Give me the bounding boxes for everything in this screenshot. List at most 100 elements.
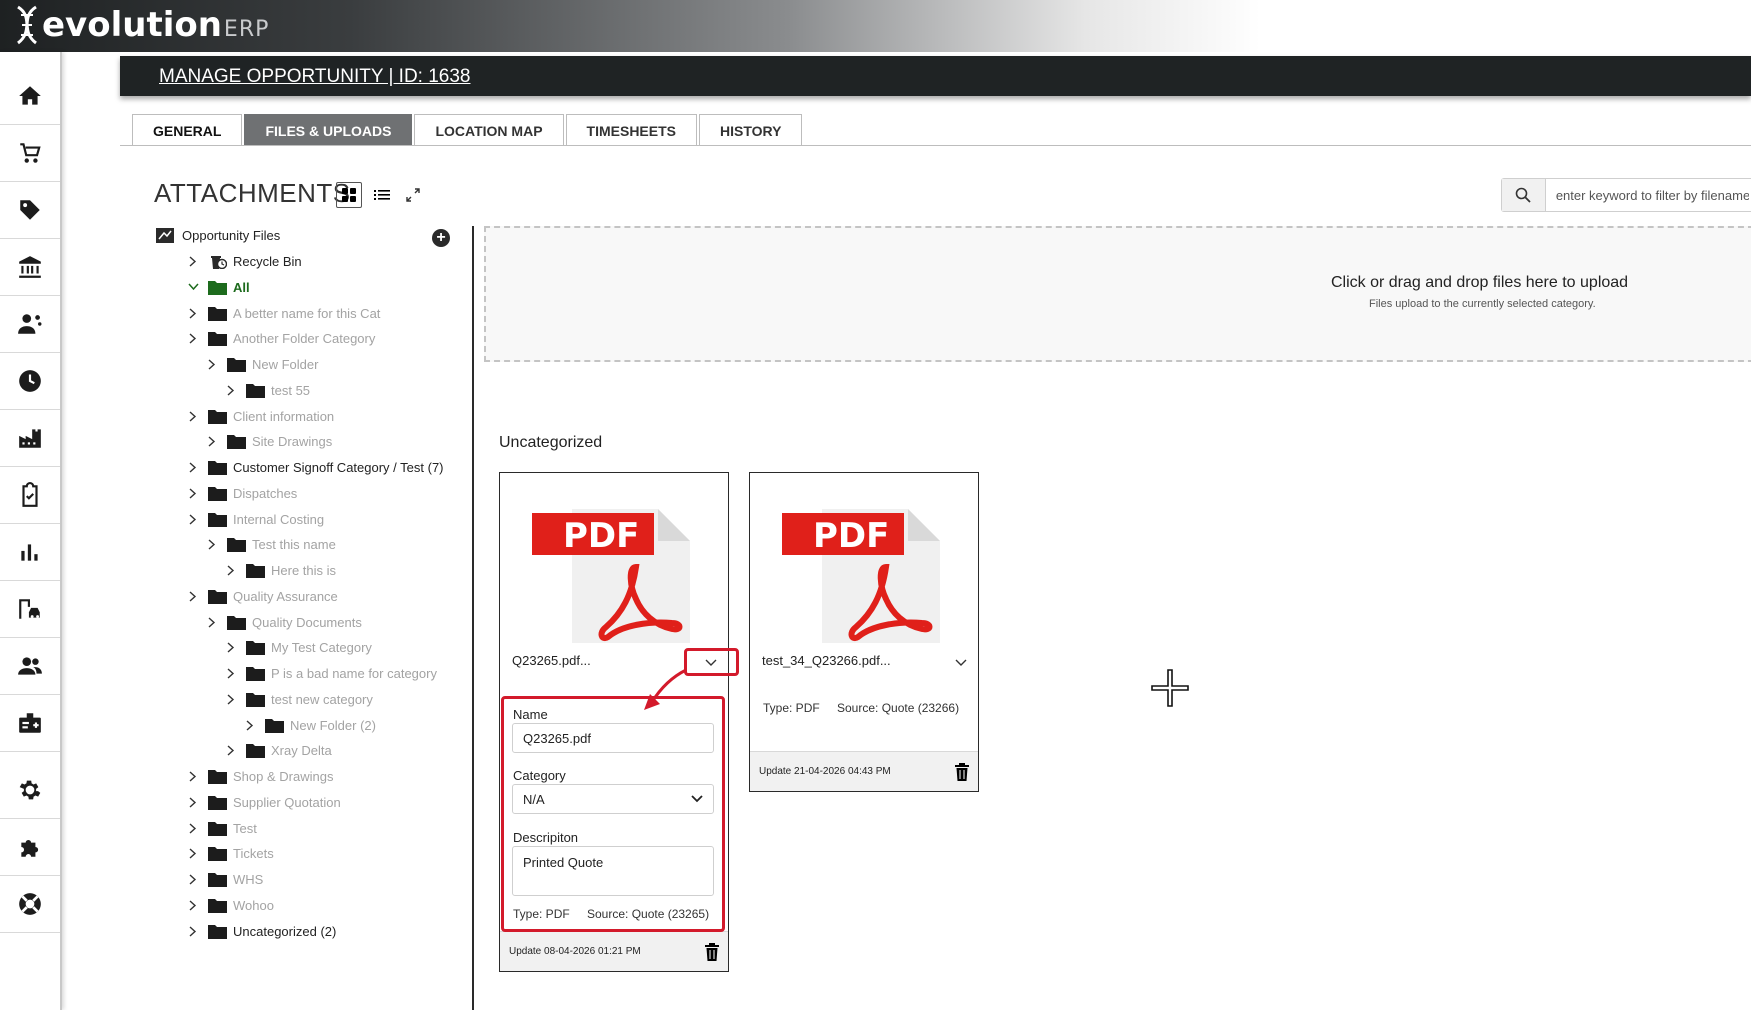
category-select[interactable]: N/A — [512, 784, 714, 814]
name-field[interactable]: Q23265.pdf — [512, 723, 714, 753]
tab-location-map[interactable]: LOCATION MAP — [414, 114, 564, 146]
tab-general[interactable]: GENERAL — [132, 114, 243, 146]
tree-expander[interactable] — [224, 692, 238, 706]
tree-expander[interactable] — [186, 512, 200, 526]
tree-node[interactable]: Test this name — [205, 534, 336, 554]
delete-button[interactable] — [704, 943, 720, 961]
tree-expander[interactable] — [186, 846, 200, 860]
nav-integrations[interactable] — [0, 819, 60, 876]
chevron-right-icon — [246, 719, 254, 731]
file-details-toggle[interactable] — [950, 653, 972, 673]
tab-timesheets[interactable]: TIMESHEETS — [565, 114, 698, 146]
nav-finance[interactable] — [0, 239, 60, 296]
tree-expander[interactable] — [205, 615, 219, 629]
nav-tasks[interactable] — [0, 467, 60, 524]
tree-expander[interactable] — [186, 331, 200, 345]
tree-expander[interactable] — [186, 254, 200, 268]
tree-node[interactable]: New Folder (2) — [243, 715, 376, 735]
list-view-button[interactable] — [369, 182, 395, 208]
tree-node[interactable]: Recycle Bin — [186, 251, 302, 271]
tree-expander[interactable] — [186, 409, 200, 423]
tree-expander[interactable] — [224, 640, 238, 654]
tree-expander[interactable] — [224, 743, 238, 757]
tree-expander[interactable] — [186, 872, 200, 886]
tree-node-label: test 55 — [271, 382, 311, 398]
file-card[interactable]: PDF Q23265.pdf... Name Q23265.pdf Catego… — [499, 472, 729, 972]
tree-node[interactable]: Customer Signoff Category / Test (7) — [186, 457, 444, 477]
folder-icon — [208, 280, 227, 295]
tree-node[interactable]: New Folder — [205, 354, 318, 374]
upload-dropzone[interactable] — [484, 226, 1751, 362]
tree-expander[interactable] — [224, 666, 238, 680]
tree-root[interactable]: Opportunity Files — [156, 228, 280, 243]
tree-node[interactable]: test 55 — [224, 380, 310, 400]
nav-production[interactable] — [0, 410, 60, 467]
nav-time[interactable] — [0, 353, 60, 410]
tree-node[interactable]: Site Drawings — [205, 431, 332, 451]
tree-node[interactable]: Supplier Quotation — [186, 792, 341, 812]
tree-node[interactable]: Wohoo — [186, 895, 274, 915]
nav-support[interactable] — [0, 876, 60, 933]
search-input[interactable] — [1545, 179, 1751, 211]
description-field[interactable]: Printed Quote — [512, 846, 714, 896]
nav-hr[interactable] — [0, 695, 60, 752]
tree-node[interactable]: WHS — [186, 869, 263, 889]
nav-fleet[interactable] — [0, 581, 60, 638]
tree-expander[interactable] — [205, 537, 219, 551]
nav-pricing[interactable] — [0, 182, 60, 239]
tree-node[interactable]: Quality Documents — [205, 612, 362, 632]
tab-history[interactable]: HISTORY — [699, 114, 803, 146]
building-car-icon — [19, 599, 40, 619]
app-logo[interactable]: evolution ERP — [14, 2, 269, 48]
tree-expander[interactable] — [224, 383, 238, 397]
tree-expander[interactable] — [224, 563, 238, 577]
nav-people[interactable] — [0, 638, 60, 695]
tree-expander[interactable] — [186, 306, 200, 320]
tree-expander[interactable] — [186, 769, 200, 783]
file-card[interactable]: PDF test_34_Q23266.pdf... Type: PDF Sour… — [749, 472, 979, 792]
tree-node[interactable]: Quality Assurance — [186, 586, 338, 606]
tree-node-label: Dispatches — [233, 485, 298, 501]
tree-node[interactable]: A better name for this Cat — [186, 303, 380, 323]
tree-expander[interactable] — [186, 898, 200, 912]
nav-settings[interactable] — [0, 762, 60, 819]
tree-node[interactable]: Test — [186, 818, 257, 838]
nav-reports[interactable] — [0, 524, 60, 581]
tab-files-uploads[interactable]: FILES & UPLOADS — [244, 114, 413, 146]
fullscreen-button[interactable] — [400, 182, 426, 208]
tree-expander[interactable] — [205, 434, 219, 448]
nav-crm[interactable] — [0, 296, 60, 353]
nav-home[interactable] — [0, 68, 60, 125]
tree-node[interactable]: My Test Category — [224, 637, 372, 657]
tree-expander[interactable] — [186, 821, 200, 835]
page-title[interactable]: MANAGE OPPORTUNITY | ID: 1638 — [159, 66, 471, 88]
tree-expander[interactable] — [186, 924, 200, 938]
tree-expander[interactable] — [186, 589, 200, 603]
tree-node-label: Tickets — [233, 845, 274, 861]
tree-node-label: Recycle Bin — [233, 253, 302, 269]
tree-node[interactable]: Internal Costing — [186, 509, 324, 529]
tree-node[interactable]: test new category — [224, 689, 373, 709]
tree-node[interactable]: Shop & Drawings — [186, 766, 333, 786]
tree-node[interactable]: All — [186, 277, 250, 297]
tree-expander[interactable] — [243, 718, 257, 732]
tree-node[interactable]: Tickets — [186, 843, 274, 863]
tree-expander[interactable] — [186, 486, 200, 500]
add-category-button[interactable]: + — [432, 229, 450, 247]
tree-node[interactable]: P is a bad name for category — [224, 663, 437, 683]
tree-node[interactable]: Uncategorized (2) — [186, 921, 336, 941]
nav-sales[interactable] — [0, 125, 60, 182]
tree-node[interactable]: Client information — [186, 406, 334, 426]
tree-node[interactable]: Another Folder Category — [186, 328, 375, 348]
grid-view-button[interactable] — [336, 182, 362, 208]
tree-expander[interactable] — [186, 795, 200, 809]
delete-button[interactable] — [954, 763, 970, 781]
tree-expander[interactable] — [186, 280, 200, 294]
tree-node[interactable]: Xray Delta — [224, 740, 332, 760]
tree-expander[interactable] — [205, 357, 219, 371]
tree-expander[interactable] — [186, 460, 200, 474]
search-button[interactable] — [1502, 179, 1546, 211]
file-details-toggle[interactable] — [700, 653, 722, 673]
tree-node[interactable]: Here this is — [224, 560, 336, 580]
tree-node[interactable]: Dispatches — [186, 483, 297, 503]
